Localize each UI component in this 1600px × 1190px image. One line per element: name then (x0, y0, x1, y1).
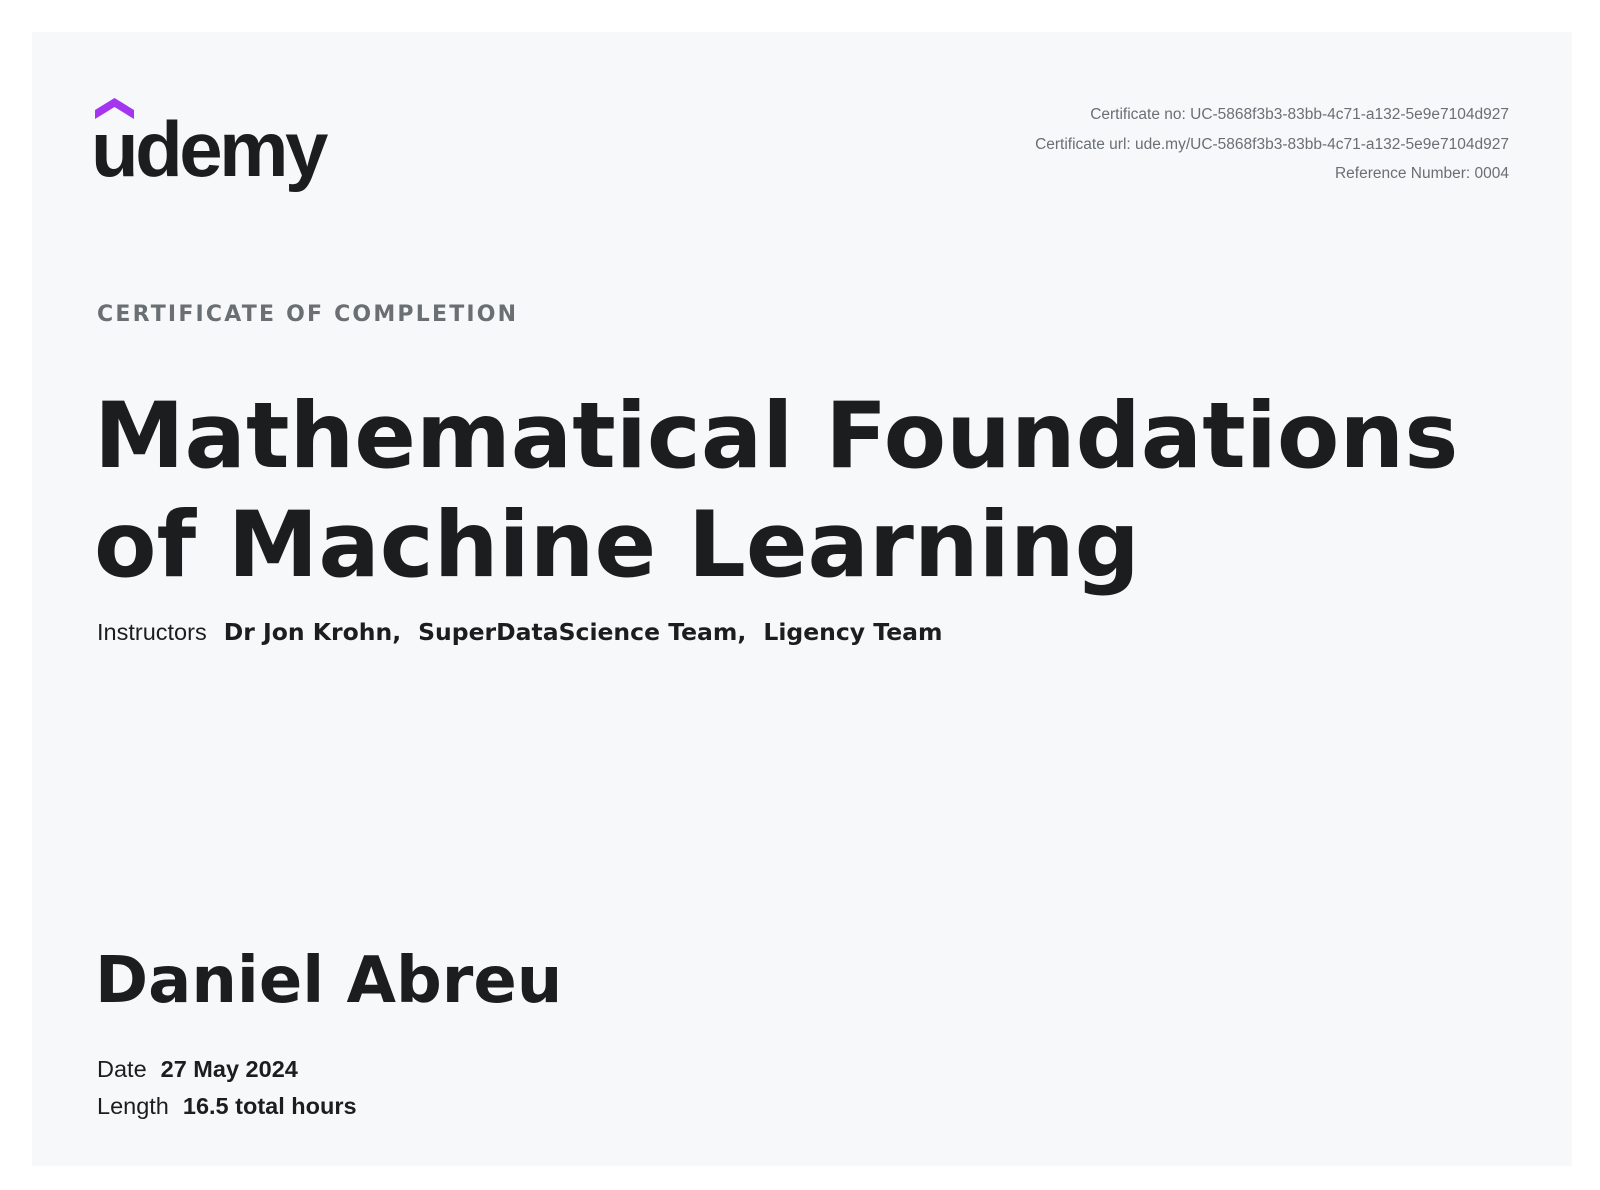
length-label: Length (97, 1093, 169, 1119)
reference-number: Reference Number: 0004 (1334, 165, 1509, 182)
date-label: Date (97, 1056, 147, 1082)
certificate-label: CERTIFICATE OF COMPLETION (97, 302, 519, 327)
date-value: 27 May 2024 (160, 1056, 298, 1082)
certificate-url: Certificate url: ude.my/UC-5868f3b3-83bb… (1035, 135, 1509, 153)
date-row: Date 27 May 2024 (97, 1055, 298, 1083)
udemy-logo-mark: udemy (95, 98, 332, 193)
instructor-name: Ligency Team (763, 618, 943, 646)
instructor-name: SuperDataScience Team (418, 618, 738, 646)
length-value: 16.5 total hours (182, 1093, 357, 1119)
certificate-meta: Certificate no: UC-5868f3b3-83bb-4c71-a1… (1035, 100, 1509, 189)
certificate-number: Certificate no: UC-5868f3b3-83bb-4c71-a1… (1090, 106, 1509, 123)
instructor-separator: , (392, 618, 402, 646)
udemy-logo: udemy (95, 96, 355, 206)
recipient-name: Daniel Abreu (95, 944, 563, 1018)
length-row: Length 16.5 total hours (97, 1092, 357, 1120)
instructor-separator: , (737, 618, 747, 646)
instructor-name: Dr Jon Krohn (223, 618, 393, 646)
certificate-sheet: udemy Certificate no: UC-5868f3b3-83bb-4… (32, 32, 1572, 1166)
course-title: Mathematical Foundations of Machine Lear… (94, 384, 1459, 598)
instructors-row: Instructors Dr Jon Krohn, SuperDataScien… (97, 618, 943, 646)
instructors-label: Instructors (97, 619, 207, 645)
logo-wordmark: udemy (95, 105, 328, 193)
